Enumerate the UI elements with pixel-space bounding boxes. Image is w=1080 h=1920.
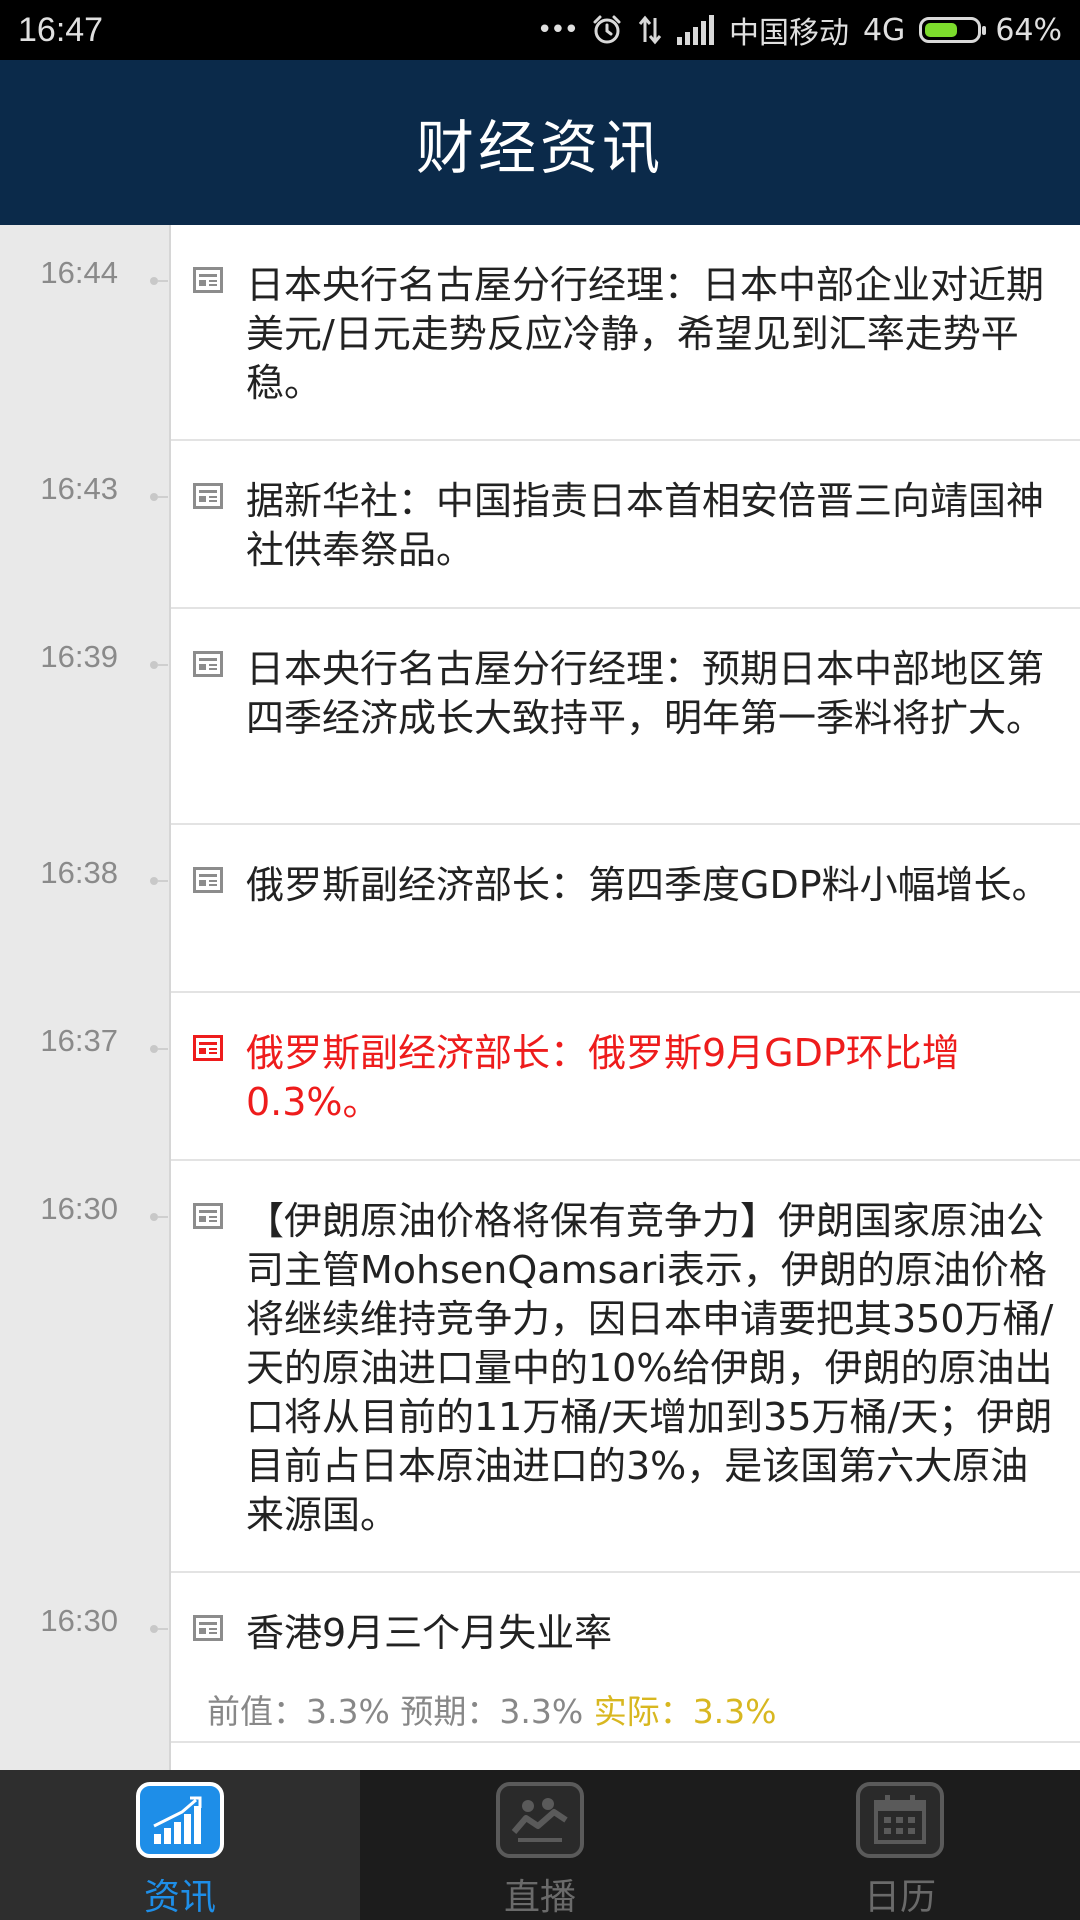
timeline-dot	[150, 1625, 158, 1633]
tab-live[interactable]: 直播	[360, 1770, 720, 1920]
timeline-tick	[158, 1628, 168, 1630]
news-item-highlighted[interactable]: 16:37 俄罗斯副经济部长：俄罗斯9月GDP环比增0.3%。	[0, 993, 1080, 1161]
tab-label: 日历	[863, 1877, 936, 1918]
news-time: 16:38	[40, 855, 118, 890]
timeline-tick	[158, 280, 168, 282]
stat-actual: 实际：3.3%	[593, 1692, 777, 1731]
timeline-tick	[158, 496, 168, 498]
timeline-tick	[158, 1216, 168, 1218]
item-divider	[171, 1741, 1080, 1743]
news-time: 16:30	[40, 1603, 118, 1638]
timeline-dot	[150, 277, 158, 285]
news-item[interactable]: 16:38 俄罗斯副经济部长：第四季度GDP料小幅增长。	[0, 825, 1080, 993]
news-article-icon	[193, 867, 223, 893]
page-title: 财经资讯	[415, 113, 664, 182]
news-item[interactable]: 16:39 日本央行名古屋分行经理：预期日本中部地区第四季经济成长大致持平，明年…	[0, 609, 1080, 825]
carrier-label: 中国移动	[728, 16, 849, 51]
timeline-dot	[150, 1045, 158, 1053]
news-article-icon	[193, 267, 223, 293]
news-item[interactable]: 16:30 【伊朗原油价格将保有竞争力】伊朗国家原油公司主管MohsenQams…	[0, 1161, 1080, 1573]
status-indicators: ••• 中国移动 4G 64%	[537, 6, 1062, 54]
news-time: 16:30	[40, 1191, 118, 1226]
news-text: 香港9月三个月失业率	[246, 1611, 613, 1655]
stat-forecast: 预期：3.3%	[400, 1692, 584, 1731]
news-item[interactable]: 16:43 据新华社：中国指责日本首相安倍晋三向靖国神社供奉祭品。	[0, 441, 1080, 609]
stat-previous: 前值：3.3%	[207, 1692, 390, 1731]
status-time: 16:47	[18, 11, 104, 49]
alarm-icon	[591, 14, 623, 46]
news-text: 据新华社：中国指责日本首相安倍晋三向靖国神社供奉祭品。	[246, 479, 1045, 572]
network-label: 4G	[862, 12, 906, 48]
bottom-nav: 资讯 直播 日历	[0, 1770, 1080, 1920]
news-article-icon	[193, 1615, 223, 1641]
tab-label: 直播	[503, 1877, 576, 1918]
news-article-icon	[193, 1203, 223, 1229]
news-item[interactable]: 16:44 日本央行名古屋分行经理：日本中部企业对近期美元/日元走势反应冷静，希…	[0, 225, 1080, 441]
calendar-icon	[856, 1782, 944, 1858]
news-time: 16:39	[40, 639, 118, 674]
tab-calendar[interactable]: 日历	[720, 1770, 1080, 1920]
news-feed[interactable]: 16:44 日本央行名古屋分行经理：日本中部企业对近期美元/日元走势反应冷静，希…	[0, 225, 1080, 1770]
chart-growth-icon	[136, 1782, 224, 1858]
timeline-dot	[150, 661, 158, 669]
news-text: 俄罗斯副经济部长：第四季度GDP料小幅增长。	[246, 863, 1050, 907]
news-time: 16:37	[40, 1023, 118, 1058]
live-handshake-icon	[496, 1782, 584, 1858]
news-item-economic-data[interactable]: 16:30 香港9月三个月失业率 前值：3.3% 预期：3.3% 实际：3.3%	[0, 1573, 1080, 1770]
news-article-icon	[193, 651, 223, 677]
app-header: 财经资讯	[0, 60, 1080, 225]
news-text: 俄罗斯副经济部长：俄罗斯9月GDP环比增0.3%。	[246, 1031, 960, 1124]
news-article-icon	[193, 483, 223, 509]
timeline-tick	[158, 880, 168, 882]
news-time: 16:44	[40, 255, 118, 290]
signal-icon	[676, 15, 715, 45]
timeline-dot	[150, 877, 158, 885]
notification-dots: •••	[536, 15, 579, 45]
data-arrows-icon	[637, 14, 663, 46]
battery-icon	[919, 17, 987, 43]
news-text: 日本央行名古屋分行经理：预期日本中部地区第四季经济成长大致持平，明年第一季料将扩…	[246, 647, 1045, 740]
battery-percent: 64%	[995, 12, 1062, 48]
timeline-dot	[150, 1213, 158, 1221]
tab-label: 资讯	[143, 1877, 216, 1918]
news-text: 【伊朗原油价格将保有竞争力】伊朗国家原油公司主管MohsenQamsari表示，…	[246, 1199, 1054, 1537]
timeline-dot	[150, 493, 158, 501]
news-text: 日本央行名古屋分行经理：日本中部企业对近期美元/日元走势反应冷静，希望见到汇率走…	[246, 263, 1045, 405]
news-article-icon-important	[193, 1035, 223, 1061]
timeline-tick	[158, 664, 168, 666]
news-time: 16:43	[40, 471, 118, 506]
economic-stats: 前值：3.3% 预期：3.3% 实际：3.3%	[207, 1685, 777, 1733]
timeline-tick	[158, 1048, 168, 1050]
tab-news[interactable]: 资讯	[0, 1770, 360, 1920]
battery-fill	[925, 23, 958, 37]
status-bar: 16:47 ••• 中国移动 4G 64%	[0, 0, 1080, 60]
